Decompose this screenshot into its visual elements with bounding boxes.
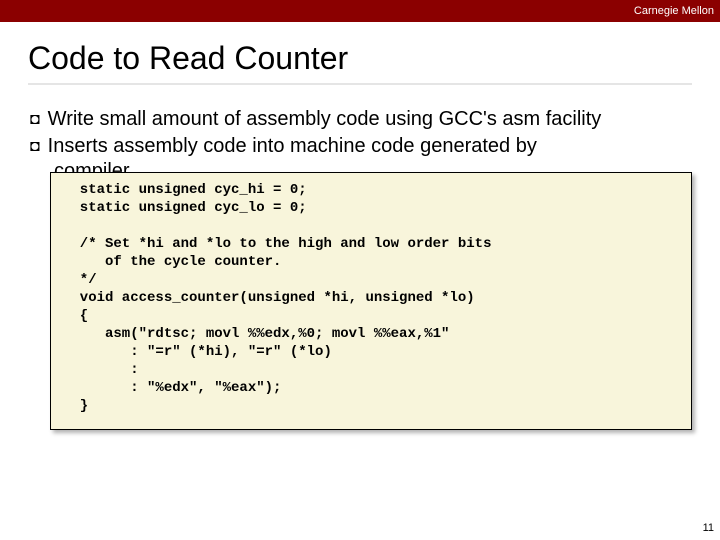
header-bar: Carnegie Mellon [0,0,720,22]
title-underline [28,83,692,85]
slide-content: Code to Read Counter ◘ Write small amoun… [0,22,720,184]
bullet-text: Write small amount of assembly code usin… [48,107,602,132]
code-block: static unsigned cyc_hi = 0; static unsig… [50,172,692,430]
header-brand: Carnegie Mellon [634,5,714,17]
ring-bullet-icon: ◘ [30,134,40,159]
bullet-item: ◘ Inserts assembly code into machine cod… [30,134,692,159]
bullet-text: Inserts assembly code into machine code … [48,134,537,159]
page-number: 11 [703,522,714,534]
bullet-item: ◘ Write small amount of assembly code us… [30,107,692,132]
ring-bullet-icon: ◘ [30,107,40,132]
slide-title: Code to Read Counter [28,40,692,77]
